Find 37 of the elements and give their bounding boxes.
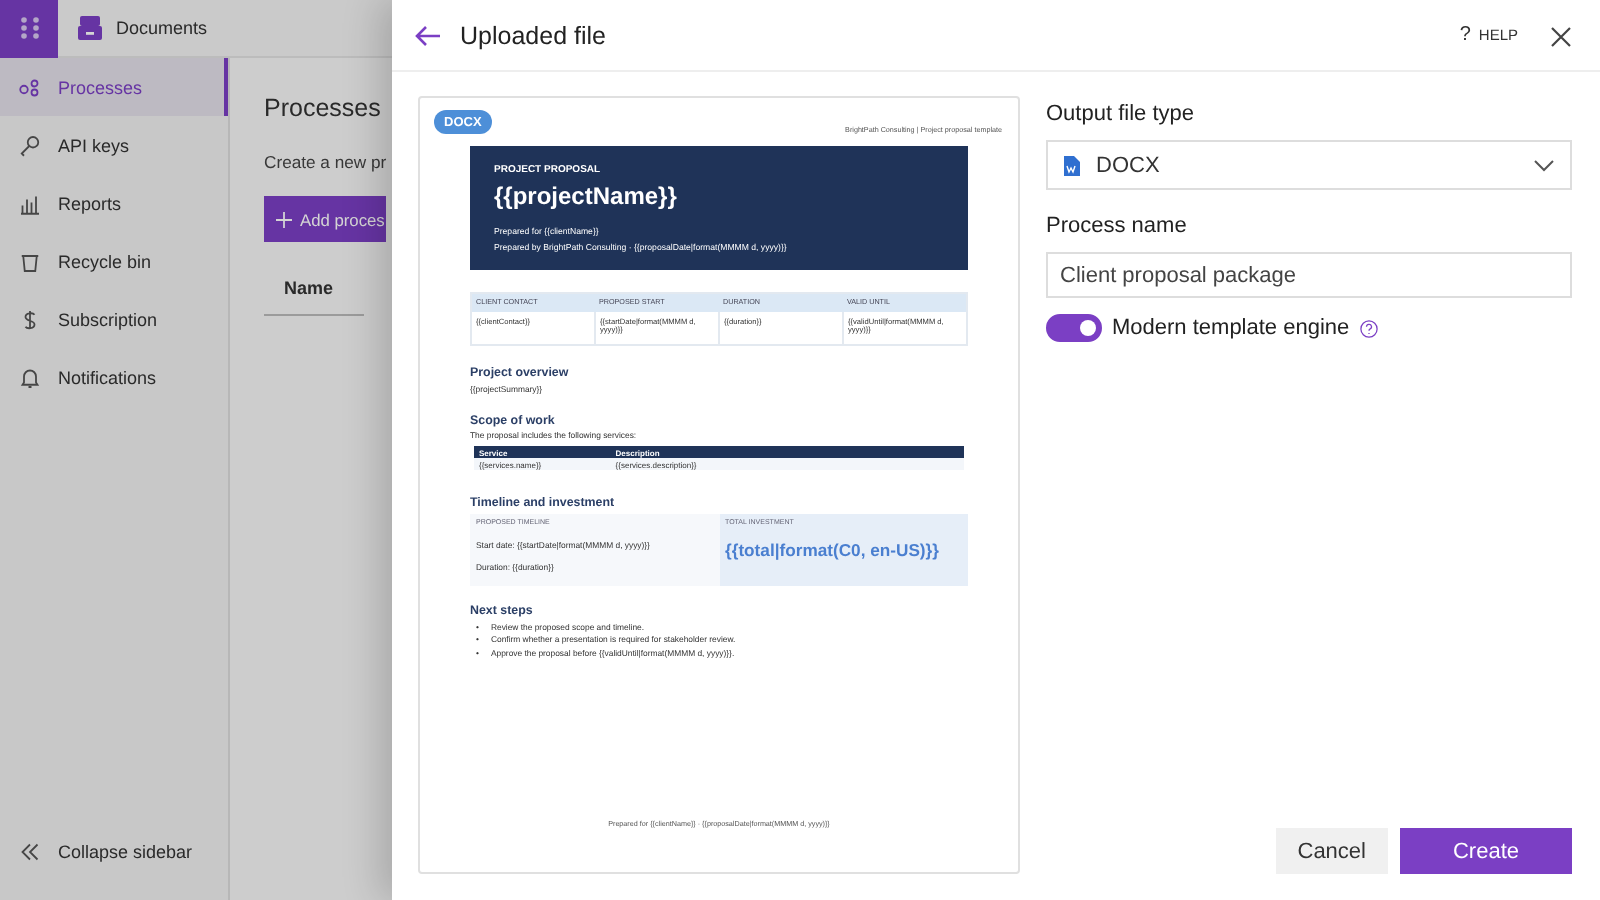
sidebar-item[interactable]: API keys: [0, 116, 228, 174]
investment-value: {{total|format(C0, en-US)}}: [725, 540, 941, 560]
collapse-sidebar-button[interactable]: Collapse sidebar: [0, 822, 228, 880]
column-header[interactable]: Name: [264, 278, 364, 316]
close-icon[interactable]: [1550, 24, 1572, 46]
toggle-switch[interactable]: [1046, 314, 1102, 342]
app-launcher-icon[interactable]: [0, 0, 58, 57]
page-description: Create a new pr: [264, 152, 387, 172]
banner-title: {{projectName}}: [494, 182, 679, 210]
toggle-label: Modern template engine: [1112, 316, 1350, 340]
sidebar-item[interactable]: Processes: [0, 58, 228, 116]
double-chevron-icon: [18, 839, 42, 863]
sidebar-item[interactable]: Notifications: [0, 348, 228, 406]
plus-icon: [276, 211, 292, 227]
sidebar-item[interactable]: Subscription: [0, 290, 228, 348]
add-process-button[interactable]: Add proces: [264, 196, 387, 242]
field-label: Output file type: [1046, 102, 1196, 126]
word-file-icon: [1064, 155, 1080, 175]
help-icon[interactable]: [1359, 319, 1378, 337]
bar-chart-icon: [18, 191, 42, 215]
process-icon: [18, 75, 42, 99]
field-label: Process name: [1046, 214, 1189, 238]
bell-icon: [18, 365, 42, 389]
trash-icon: [18, 249, 42, 273]
back-arrow-icon[interactable]: [414, 21, 442, 49]
key-icon: [18, 133, 42, 157]
file-type-dropdown[interactable]: DOCX: [1046, 140, 1572, 190]
process-name-field[interactable]: Client proposal package: [1046, 252, 1572, 298]
panel-title: Uploaded file: [460, 21, 606, 49]
drawer-icon: [76, 14, 104, 42]
create-button[interactable]: Create: [1400, 828, 1572, 874]
sidebar-item[interactable]: Reports: [0, 174, 228, 232]
sidebar-item[interactable]: Recycle bin: [0, 232, 228, 290]
page-title: Processes: [264, 94, 381, 122]
app-title: Documents: [116, 18, 208, 38]
cancel-button[interactable]: Cancel: [1275, 828, 1388, 874]
chevron-down-icon: [1534, 159, 1554, 171]
